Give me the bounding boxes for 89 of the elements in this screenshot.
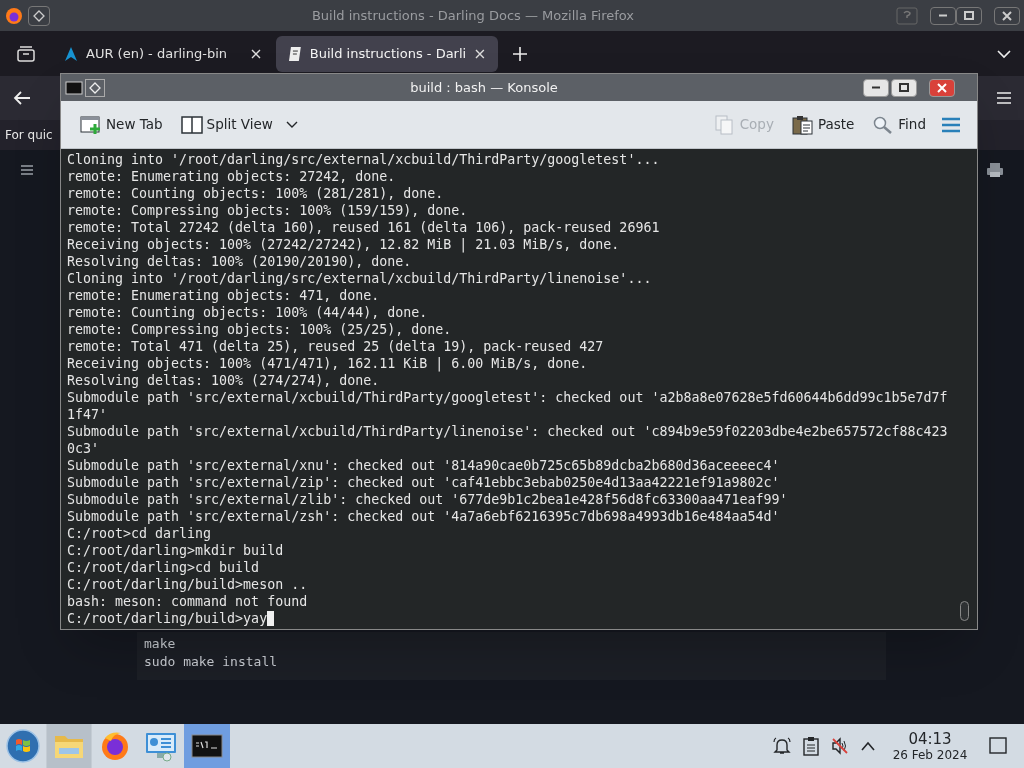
terminal-line: Submodule path 'src/external/zip': checked out 'caf41ebbc3ebab0250e4d13aa42221ef91a9802c'	[67, 474, 781, 491]
code-line: sudo make install	[144, 653, 279, 671]
notice-text: For quic	[5, 127, 53, 144]
clock-date: 26 Feb 2024	[892, 748, 968, 761]
terminal-line: remote: Enumerating objects: 27242, done.	[67, 168, 397, 185]
browser-icon	[4, 5, 24, 26]
start-orb-icon	[6, 729, 40, 763]
terminal-line: remote: Total 471 (delta 25), reused 25 (delta 19), pack-reused 427	[67, 338, 605, 355]
show-desktop-icon[interactable]	[989, 737, 1007, 755]
terminal-line: Resolving deltas: 100% (20190/20190), done.	[67, 253, 413, 270]
terminal-line: C:/root/darling/build>meson ..	[67, 576, 309, 593]
minimize-icon	[938, 14, 948, 17]
tab-title: AUR (en) - darling-bin	[86, 44, 228, 63]
scrollbar-thumb[interactable]	[960, 601, 969, 621]
toolbar-button[interactable]: New Tab	[77, 114, 166, 135]
terminal-line: Receiving objects: 100% (471/471), 162.11 KiB | 6.00 MiB/s, done.	[67, 355, 589, 372]
terminal-line: Receiving objects: 100% (27242/27242), 12.82 MiB | 21.03 MiB/s, done.	[67, 236, 621, 253]
close-icon	[936, 81, 948, 94]
menu-icon[interactable]	[941, 116, 961, 133]
back-arrow-icon[interactable]	[12, 90, 32, 106]
minimize-button[interactable]	[863, 78, 889, 97]
terminal-line: Submodule path 'src/external/xcbuild/ThirdParty/googletest': checked out 'a2b8a8e07628e5fd60644b6dd99c1b5e7d7f	[67, 389, 949, 406]
browser-tab[interactable]: Build instructions - Darli	[276, 35, 498, 72]
maximize-icon	[898, 81, 910, 94]
muted-speaker-icon[interactable]	[830, 736, 850, 756]
terminal-icon	[191, 733, 223, 759]
settings-icon	[144, 730, 178, 762]
window-menu-button[interactable]	[28, 5, 50, 26]
text-cursor	[267, 611, 275, 626]
toolbar-button[interactable]: Paste	[788, 114, 858, 135]
minimize-button[interactable]	[930, 6, 956, 25]
close-icon	[1001, 9, 1013, 22]
printer-icon[interactable]	[986, 162, 1004, 178]
new-tab-icon	[80, 114, 102, 135]
taskbar-button[interactable]	[184, 724, 230, 768]
chevron-down-icon[interactable]	[996, 47, 1012, 60]
terminal-line: Cloning into '/root/darling/src/external/xcbuild/ThirdParty/googletest'...	[67, 151, 661, 168]
maximize-icon	[963, 9, 975, 22]
split-view-icon	[180, 114, 203, 135]
terminal-line: 1f47'	[67, 406, 109, 423]
close-button[interactable]	[994, 6, 1020, 25]
maximize-button[interactable]	[891, 78, 917, 97]
terminal-line: 0c3'	[67, 440, 101, 457]
terminal-line: remote: Compressing objects: 100% (159/159), done.	[67, 202, 469, 219]
clipboard-icon[interactable]	[802, 736, 820, 756]
terminal-line: Submodule path 'src/external/zlib': checked out '677de9b1c2bea1e428f56d8fc63300aa471eaf99'	[67, 491, 789, 508]
browser-icon	[99, 730, 131, 762]
diamond-icon	[33, 9, 45, 22]
close-button[interactable]	[929, 78, 955, 97]
toolbar-button[interactable]: Find	[869, 114, 929, 135]
new-tab-icon[interactable]	[512, 45, 528, 62]
terminal-icon	[65, 80, 83, 95]
browser-tab[interactable]: AUR (en) - darling-bin	[52, 35, 274, 72]
minimize-icon	[871, 86, 881, 89]
terminal-line: remote: Enumerating objects: 471, done.	[67, 287, 381, 304]
window-menu-button[interactable]	[85, 78, 105, 97]
tab-title: Build instructions - Darli	[309, 44, 467, 63]
terminal-line: remote: Counting objects: 100% (281/281), done.	[67, 185, 445, 202]
terminal-line: C:/root/darling/build>yay	[67, 610, 268, 627]
terminal-line: Submodule path 'src/external/xcbuild/ThirdParty/linenoise': checked out 'c894b9e59f02203dbe4e2be657572cf88c423	[67, 423, 949, 440]
window-title: Build instructions - Darling Docs — Mozilla Firefox	[311, 6, 635, 25]
terminal-line: Cloning into '/root/darling/src/external/xcbuild/ThirdParty/linenoise'...	[67, 270, 653, 287]
window-title: build : bash — Konsole	[410, 78, 558, 97]
terminal-line: Resolving deltas: 100% (274/274), done.	[67, 372, 381, 389]
terminal-line: remote: Compressing objects: 100% (25/25), done.	[67, 321, 453, 338]
terminal-line: bash: meson: command not found	[67, 593, 309, 610]
bell-icon[interactable]	[772, 736, 792, 756]
code-line: make	[144, 635, 177, 653]
toolbar-button[interactable]: Split View	[177, 114, 302, 135]
diamond-icon	[89, 81, 101, 94]
terminal-line: remote: Counting objects: 100% (44/44), done.	[67, 304, 429, 321]
clock-time: 04:13	[908, 731, 952, 747]
caret-up-icon[interactable]	[860, 740, 876, 752]
maximize-button[interactable]	[956, 6, 982, 25]
terminal-line: C:/root/darling>mkdir build	[67, 542, 285, 559]
terminal-line: C:/root>cd darling	[67, 525, 213, 542]
terminal-line: C:/root/darling>cd build	[67, 559, 261, 576]
terminal-line: Submodule path 'src/external/xnu': checked out '814a90cae0b725c65b89dcba2b680d36aceeeec4'	[67, 457, 781, 474]
close-icon[interactable]	[474, 47, 486, 60]
menu-icon[interactable]	[20, 164, 34, 176]
copy-icon	[713, 114, 736, 135]
terminal-line: remote: Total 27242 (delta 160), reused 161 (delta 106), pack-reused 26961	[67, 219, 661, 236]
terminal-line: Submodule path 'src/external/zsh': checked out '4a7a6ebf6216395c7db698a4993db16e484aa54d'	[67, 508, 781, 525]
tab-list-icon[interactable]	[17, 45, 35, 62]
paste-icon	[791, 114, 814, 135]
triangle-logo-icon	[64, 45, 78, 62]
book-icon	[288, 45, 302, 62]
caret-icon	[284, 119, 299, 130]
close-icon[interactable]	[250, 47, 262, 60]
